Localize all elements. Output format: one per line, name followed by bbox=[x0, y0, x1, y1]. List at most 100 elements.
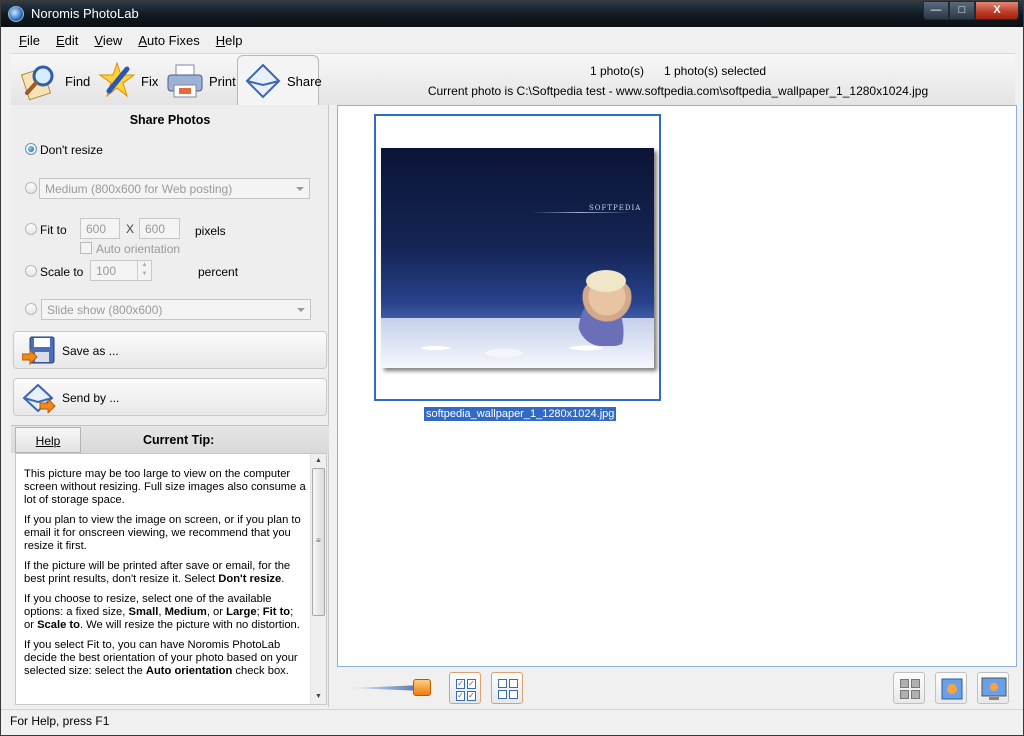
monitor-icon bbox=[981, 677, 1007, 700]
menu-view[interactable]: View bbox=[86, 31, 130, 51]
scale-to-label[interactable]: Scale to bbox=[40, 265, 83, 279]
auto-orientation-label[interactable]: Auto orientation bbox=[96, 242, 180, 256]
send-by-label: Send by ... bbox=[62, 391, 120, 405]
photo-info: 1 photo(s) 1 photo(s) selected Current p… bbox=[341, 54, 1015, 104]
model-hair bbox=[586, 270, 626, 292]
share-panel: Share Photos Don't resize Medium (800x60… bbox=[11, 105, 329, 707]
magnifier-icon bbox=[20, 61, 61, 101]
slideshow-dropdown[interactable]: Slide show (800x600) bbox=[41, 299, 311, 320]
light-streak bbox=[531, 212, 631, 213]
send-by-button[interactable]: Send by ... bbox=[13, 378, 327, 416]
tab-find-label: Find bbox=[65, 73, 91, 89]
magic-wand-icon bbox=[97, 61, 137, 101]
radio-fit-to[interactable] bbox=[25, 223, 37, 235]
chevron-down-icon bbox=[297, 308, 305, 312]
pixels-label: pixels bbox=[195, 224, 226, 238]
photo-thumbnail[interactable]: SOFTPEDIA bbox=[374, 114, 661, 401]
tab-print-label: Print bbox=[209, 73, 236, 89]
tab-print[interactable]: Print bbox=[165, 58, 236, 104]
scroll-up-icon[interactable]: ▲ bbox=[311, 454, 326, 468]
scale-spin-buttons[interactable]: ▲ ▼ bbox=[137, 261, 151, 280]
tip-paragraph: If the picture will be printed after sav… bbox=[24, 560, 291, 585]
zoom-slider-handle[interactable] bbox=[413, 679, 431, 696]
wallpaper-image: SOFTPEDIA bbox=[381, 148, 654, 368]
maximize-button[interactable]: □ bbox=[949, 1, 975, 20]
save-as-label: Save as ... bbox=[62, 344, 119, 358]
deselect-all-button[interactable] bbox=[491, 672, 523, 704]
grip-icon: ≡ bbox=[316, 536, 321, 545]
title-bar[interactable]: Noromis PhotoLab — □ X bbox=[1, 1, 1023, 27]
tab-fix[interactable]: Fix bbox=[97, 58, 158, 104]
softpedia-logo: SOFTPEDIA bbox=[589, 204, 642, 212]
window-title: Noromis PhotoLab bbox=[31, 6, 139, 21]
tab-fix-label: Fix bbox=[141, 73, 159, 89]
status-text: For Help, press F1 bbox=[10, 714, 110, 728]
tool-tabs: Find Fix Print Share 1 photo(s) 1 photo(… bbox=[11, 53, 1015, 107]
slideshow-value: Slide show (800x600) bbox=[47, 303, 163, 317]
tip-paragraph: If you choose to resize, select one of t… bbox=[24, 593, 300, 631]
tab-share[interactable]: Share bbox=[243, 58, 322, 104]
thumbnail-view-button[interactable] bbox=[893, 672, 925, 704]
app-window: Noromis PhotoLab — □ X File Edit View Au… bbox=[0, 0, 1024, 736]
single-photo-view-button[interactable] bbox=[935, 672, 967, 704]
printer-icon bbox=[165, 61, 205, 101]
dont-resize-label[interactable]: Don't resize bbox=[40, 143, 103, 157]
help-button[interactable]: Help bbox=[15, 427, 81, 453]
radio-scale-to[interactable] bbox=[25, 265, 37, 277]
selected-count: 1 photo(s) selected bbox=[663, 64, 767, 78]
radio-medium[interactable] bbox=[25, 182, 37, 194]
fullscreen-view-button[interactable] bbox=[977, 672, 1009, 704]
scale-stepper[interactable]: 100 ▲ ▼ bbox=[90, 260, 152, 281]
floppy-disk-icon bbox=[21, 336, 56, 366]
tab-share-label: Share bbox=[287, 73, 322, 89]
spin-up-icon[interactable]: ▲ bbox=[138, 261, 151, 270]
scroll-down-icon[interactable]: ▼ bbox=[311, 690, 326, 704]
auto-orientation-checkbox[interactable] bbox=[80, 242, 92, 254]
radio-dont-resize[interactable] bbox=[25, 143, 37, 155]
select-all-button[interactable]: ✓ ✓ ✓ ✓ bbox=[449, 672, 481, 704]
zoom-slider[interactable] bbox=[351, 677, 433, 697]
status-bar: For Help, press F1 bbox=[1, 709, 1023, 735]
percent-label: percent bbox=[198, 265, 239, 279]
scrollbar-thumb[interactable]: ≡ bbox=[312, 468, 325, 616]
menu-edit[interactable]: Edit bbox=[48, 31, 86, 51]
save-as-button[interactable]: Save as ... bbox=[13, 331, 327, 369]
fit-x-label: X bbox=[126, 222, 135, 236]
app-icon[interactable] bbox=[8, 6, 24, 22]
close-button[interactable]: X bbox=[975, 1, 1019, 20]
envelope-send-icon bbox=[22, 383, 56, 415]
photo-gallery[interactable]: SOFTPEDIA softpedia_wallpaper_1_1280x102… bbox=[337, 105, 1017, 667]
menu-bar: File Edit View Auto Fixes Help bbox=[11, 31, 251, 51]
empty-grid-icon bbox=[498, 679, 518, 699]
tip-paragraph: If you plan to view the image on screen,… bbox=[24, 514, 301, 552]
fit-width-input[interactable]: 600 bbox=[80, 218, 120, 239]
tip-paragraph: This picture may be too large to view on… bbox=[24, 468, 306, 506]
checked-grid-icon: ✓ ✓ ✓ ✓ bbox=[456, 679, 476, 701]
chevron-down-icon bbox=[296, 187, 304, 191]
thumbnail-filename[interactable]: softpedia_wallpaper_1_1280x1024.jpg bbox=[424, 407, 617, 421]
view-toolbar: ✓ ✓ ✓ ✓ bbox=[337, 667, 1017, 707]
single-photo-icon bbox=[941, 678, 963, 700]
share-panel-title: Share Photos bbox=[129, 113, 211, 127]
tip-panel[interactable]: This picture may be too large to view on… bbox=[15, 453, 327, 705]
current-photo-path: Current photo is C:\Softpedia test - www… bbox=[427, 84, 929, 98]
window-controls: — □ X bbox=[923, 1, 1019, 21]
medium-size-value: Medium (800x600 for Web posting) bbox=[45, 182, 233, 196]
photo-count: 1 photo(s) bbox=[589, 64, 644, 78]
tip-scrollbar[interactable]: ▲ ≡ ▼ bbox=[310, 454, 326, 704]
spin-down-icon[interactable]: ▼ bbox=[138, 270, 151, 279]
fit-to-label[interactable]: Fit to bbox=[40, 223, 67, 237]
tip-paragraph: If you select Fit to, you can have Norom… bbox=[24, 639, 298, 677]
tab-find[interactable]: Find bbox=[20, 58, 91, 104]
menu-auto-fixes[interactable]: Auto Fixes bbox=[130, 31, 207, 51]
thumbnails-icon bbox=[900, 679, 920, 699]
tip-header: Help Current Tip: bbox=[11, 425, 329, 453]
medium-size-dropdown[interactable]: Medium (800x600 for Web posting) bbox=[39, 178, 310, 199]
photo-counts: 1 photo(s) 1 photo(s) selected bbox=[341, 64, 1015, 78]
menu-help[interactable]: Help bbox=[208, 31, 251, 51]
radio-slideshow[interactable] bbox=[25, 303, 37, 315]
menu-file[interactable]: File bbox=[11, 31, 48, 51]
minimize-button[interactable]: — bbox=[923, 1, 949, 20]
fit-height-input[interactable]: 600 bbox=[139, 218, 180, 239]
current-tip-title: Current Tip: bbox=[143, 433, 215, 447]
